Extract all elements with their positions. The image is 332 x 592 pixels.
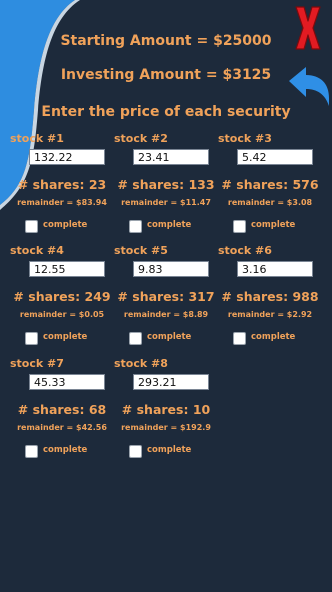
shares-count: # shares: 576 bbox=[221, 177, 319, 192]
complete-label: complete bbox=[43, 445, 88, 455]
stock-card: stock #2 # shares: 133 remainder = $11.47 c… bbox=[114, 132, 218, 252]
stock-label: stock #6 bbox=[218, 244, 272, 257]
complete-checkbox[interactable] bbox=[25, 445, 38, 458]
remainder-value: remainder = $83.94 bbox=[17, 198, 107, 207]
stock-label: stock #5 bbox=[114, 244, 168, 257]
remainder-value: remainder = $8.89 bbox=[123, 310, 209, 319]
complete-checkbox[interactable] bbox=[129, 332, 142, 345]
stock-price-input[interactable] bbox=[133, 149, 209, 165]
stock-price-input[interactable] bbox=[133, 261, 209, 277]
starting-amount-label: Starting Amount = $25000 bbox=[60, 33, 272, 49]
stock-label: stock #1 bbox=[10, 132, 64, 145]
remainder-value: remainder = $42.56 bbox=[17, 423, 107, 432]
shares-count: # shares: 23 bbox=[17, 177, 107, 192]
complete-checkbox[interactable] bbox=[233, 332, 246, 345]
complete-checkbox[interactable] bbox=[129, 445, 142, 458]
stock-label: stock #8 bbox=[114, 357, 168, 370]
complete-checkbox[interactable] bbox=[233, 220, 246, 233]
investing-amount-label: Investing Amount = $3125 bbox=[60, 67, 272, 83]
stock-card: stock #5 # shares: 317 remainder = $8.89 co… bbox=[114, 244, 218, 364]
complete-label: complete bbox=[251, 220, 296, 230]
stock-label: stock #2 bbox=[114, 132, 168, 145]
stock-label: stock #3 bbox=[218, 132, 272, 145]
complete-label: complete bbox=[147, 220, 192, 230]
complete-label: complete bbox=[147, 445, 192, 455]
complete-label: complete bbox=[251, 332, 296, 342]
complete-checkbox[interactable] bbox=[25, 332, 38, 345]
complete-label: complete bbox=[147, 332, 192, 342]
remainder-value: remainder = $3.08 bbox=[227, 198, 313, 207]
shares-count: # shares: 68 bbox=[17, 402, 107, 417]
shares-count: # shares: 249 bbox=[13, 289, 111, 304]
shares-count: # shares: 317 bbox=[117, 289, 215, 304]
remainder-value: remainder = $11.47 bbox=[121, 198, 211, 207]
stock-card: stock #7 # shares: 68 remainder = $42.56 co… bbox=[10, 357, 114, 477]
stock-label: stock #7 bbox=[10, 357, 64, 370]
stock-card: stock #8 # shares: 10 remainder = $192.9 co… bbox=[114, 357, 218, 477]
stock-price-input[interactable] bbox=[237, 261, 313, 277]
stock-price-input[interactable] bbox=[237, 149, 313, 165]
stock-price-input[interactable] bbox=[29, 374, 105, 390]
stock-card: stock #6 # shares: 988 remainder = $2.92 co… bbox=[218, 244, 322, 364]
remainder-value: remainder = $0.05 bbox=[19, 310, 105, 319]
stock-price-input[interactable] bbox=[133, 374, 209, 390]
stock-card: stock #1 # shares: 23 remainder = $83.94 co… bbox=[10, 132, 114, 252]
shares-count: # shares: 133 bbox=[117, 177, 215, 192]
stock-price-input[interactable] bbox=[29, 261, 105, 277]
stock-card: stock #4 # shares: 249 remainder = $0.05 co… bbox=[10, 244, 114, 364]
instruction-label: Enter the price of each security bbox=[41, 104, 291, 120]
stock-label: stock #4 bbox=[10, 244, 64, 257]
remainder-value: remainder = $2.92 bbox=[227, 310, 313, 319]
complete-checkbox[interactable] bbox=[25, 220, 38, 233]
shares-count: # shares: 10 bbox=[121, 402, 211, 417]
complete-label: complete bbox=[43, 332, 88, 342]
complete-checkbox[interactable] bbox=[129, 220, 142, 233]
shares-count: # shares: 988 bbox=[221, 289, 319, 304]
stock-price-input[interactable] bbox=[29, 149, 105, 165]
remainder-value: remainder = $192.9 bbox=[121, 423, 211, 432]
complete-label: complete bbox=[43, 220, 88, 230]
stock-card: stock #3 # shares: 576 remainder = $3.08 co… bbox=[218, 132, 322, 252]
